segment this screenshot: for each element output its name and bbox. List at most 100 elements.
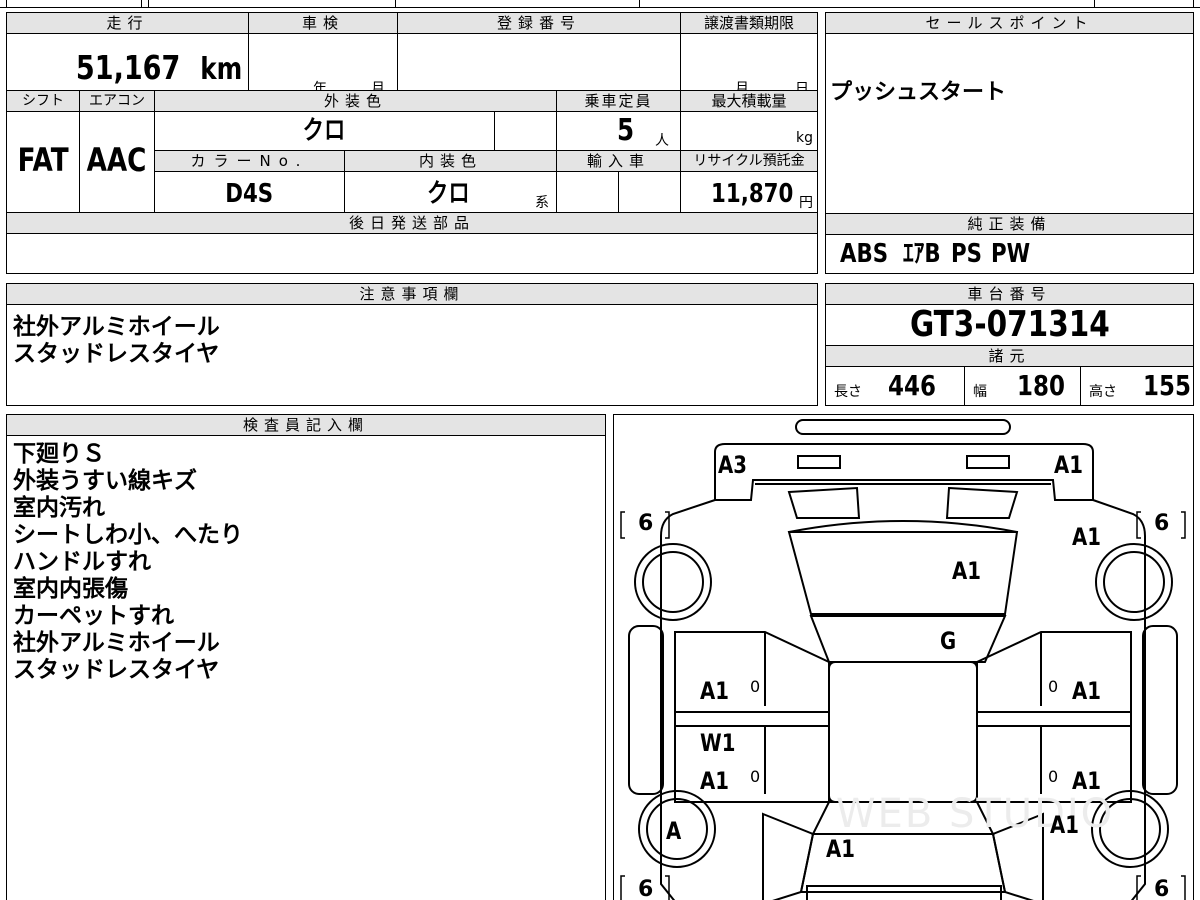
front-left-door: [674, 631, 830, 713]
label-rear-right-quarter: A1: [1050, 811, 1079, 839]
recycle-unit: 円: [799, 195, 813, 211]
interior-color-value: クロ: [427, 179, 470, 209]
capacity-header: 乗車定員: [556, 90, 681, 112]
label-windshield: G: [940, 627, 957, 655]
front-right-wheel-outer: [1095, 543, 1173, 621]
notes-header: 注意事項欄: [6, 283, 818, 305]
capacity-unit: 人: [655, 133, 669, 149]
transfer-deadline-header: 譲渡書類期限: [680, 12, 818, 34]
top-strip: [0, 0, 1200, 8]
inspector-line-9: スタッドレスタイヤ: [13, 657, 220, 683]
chassis-number: GT3-071314: [909, 304, 1110, 345]
max-load-cell: kg: [680, 111, 818, 151]
roof: [828, 661, 978, 803]
notes-box: 注意事項欄 社外アルミホイール スタッドレスタイヤ: [6, 283, 818, 406]
interior-color-suffix: 系: [535, 195, 549, 211]
shift-cell: FAT: [6, 111, 80, 213]
inspector-line-2: 外装うすい線キズ: [13, 468, 197, 494]
width-cell: 幅 180: [964, 366, 1081, 406]
recycle-header: リサイクル預託金: [680, 150, 818, 172]
mileage-header: 走行: [6, 12, 249, 34]
right-side-sill: [1142, 625, 1178, 795]
height-label: 高さ: [1089, 384, 1117, 400]
right-headlight: [966, 455, 1010, 469]
later-parts-header: 後日発送部品: [6, 212, 818, 234]
color-no-cell: D4S: [154, 171, 345, 213]
right-pillars: [976, 712, 1132, 726]
genuine-equipment-box: 純正装備 ABS ｴｱB PS PW: [825, 213, 1194, 274]
hood-top: [788, 520, 1018, 533]
inspection-header: 車検: [248, 12, 398, 34]
exterior-color-value: クロ: [303, 116, 346, 146]
notes-line-2: スタッドレスタイヤ: [13, 341, 220, 367]
interior-color-header: 内装色: [344, 150, 557, 172]
sales-point-text: プッシュスタート: [830, 80, 1007, 105]
label-left-sill: W1: [700, 729, 736, 757]
color-no-header: カラーNo.: [154, 150, 345, 172]
max-load-header: 最大積載量: [680, 90, 818, 112]
label-tailgate: A1: [826, 835, 855, 863]
import-cell-right: [618, 171, 681, 213]
length-value: 446: [888, 369, 936, 402]
shift-value: FAT: [17, 141, 69, 179]
label-front-right-corner: A1: [1054, 451, 1083, 479]
label-rear-left-door: A1: [700, 767, 729, 795]
equipment-item-abs: ABS: [840, 239, 889, 269]
genuine-equipment-header: 純正装備: [825, 213, 1194, 235]
aircon-header: エアコン: [79, 90, 155, 112]
inspector-line-7: カーペットすれ: [13, 603, 174, 629]
recycle-value: 11,870: [710, 179, 793, 209]
label-front-right-door: A1: [1072, 677, 1101, 705]
inspector-line-1: 下廻りＳ: [13, 441, 105, 467]
max-load-unit: kg: [796, 130, 813, 146]
rear-left-door: [674, 725, 830, 803]
equipment-item-ps: PS: [951, 239, 983, 269]
tire-rear-left: 6: [638, 877, 654, 900]
length-cell: 長さ 446: [825, 366, 965, 406]
aircon-value: AAC: [87, 141, 147, 179]
chassis-header: 車台番号: [825, 283, 1194, 305]
mark-rear-left-door: 0: [750, 767, 761, 786]
sales-point-header: セールスポイント: [825, 12, 1194, 34]
front-left-wheel-inner: [642, 551, 704, 613]
car-diagram-box: WEB STUDIO A3 A1 6 6 6 6 A1 A1 G A1 0 A1…: [613, 414, 1194, 900]
left-fender-vent: [787, 486, 861, 519]
left-headlight: [797, 455, 841, 469]
right-fender-vent: [945, 486, 1019, 519]
exterior-color-header: 外装色: [154, 90, 557, 112]
mark-front-right-door: 0: [1048, 677, 1059, 696]
height-value: 155: [1143, 369, 1191, 402]
left-pillars: [674, 712, 830, 726]
tire-front-right: 6: [1154, 511, 1170, 536]
inspector-line-3: 室内汚れ: [13, 495, 105, 521]
label-front-left-corner: A3: [718, 451, 747, 479]
height-cell: 高さ 155: [1080, 366, 1194, 406]
windshield: [809, 615, 1007, 663]
sales-point-box: セールスポイント プッシュスタート: [825, 12, 1194, 214]
front-left-wheel-outer: [634, 543, 712, 621]
notes-line-1: 社外アルミホイール: [13, 314, 220, 340]
inspector-line-4: シートしわ小、へたり: [13, 522, 243, 548]
label-front-right-fender: A1: [1072, 523, 1101, 551]
later-parts-cell: [6, 233, 818, 274]
capacity-cell: 5 人: [556, 111, 681, 151]
inspector-header: 検査員記入欄: [6, 414, 606, 436]
front-bumper-shape: [714, 443, 1094, 501]
width-value: 180: [1017, 369, 1065, 402]
front-right-wheel-inner: [1103, 551, 1165, 613]
label-rear-right-door: A1: [1072, 767, 1101, 795]
equipment-item-pw: PW: [991, 239, 1031, 269]
tire-rear-right: 6: [1154, 877, 1170, 900]
inspector-line-5: ハンドルすれ: [13, 549, 151, 575]
registration-header: 登録番号: [397, 12, 681, 34]
recycle-cell: 11,870 円: [680, 171, 818, 213]
equipment-item-airbag: ｴｱB: [902, 239, 941, 269]
mark-front-left-door: 0: [750, 677, 761, 696]
dimensions-header: 諸元: [825, 345, 1194, 367]
front-bumper-top: [795, 419, 1011, 435]
mark-rear-right-door: 0: [1048, 767, 1059, 786]
aircon-cell: AAC: [79, 111, 155, 213]
import-cell-left: [556, 171, 619, 213]
left-side-sill: [628, 625, 664, 795]
inspector-line-6: 室内内張傷: [13, 576, 128, 602]
